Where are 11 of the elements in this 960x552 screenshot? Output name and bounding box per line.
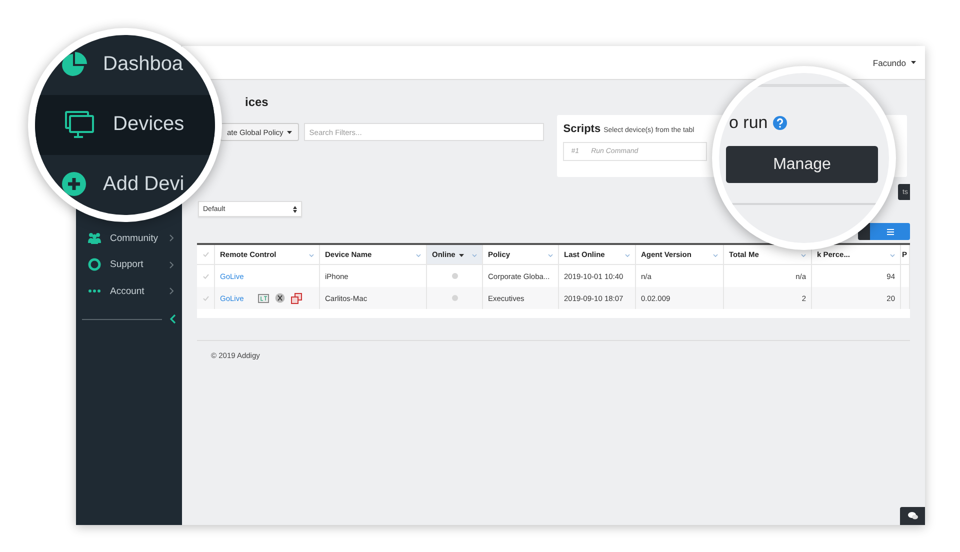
page-title: ices: [245, 94, 268, 110]
manage-button[interactable]: Manage: [726, 146, 878, 183]
sidebar-item[interactable]: Community: [76, 225, 182, 252]
sidebar-item[interactable]: Account: [76, 278, 182, 304]
user-menu[interactable]: Facundo: [872, 58, 916, 68]
nav-item[interactable]: Add Devi: [59, 170, 184, 199]
scripts-heading: o run: [729, 113, 768, 133]
scripts-title: Scripts: [563, 123, 601, 135]
sidebar-item[interactable]: Support: [76, 252, 182, 278]
nav-item[interactable]: Dashboa: [59, 50, 184, 80]
nav-item[interactable]: Devices: [35, 95, 215, 155]
